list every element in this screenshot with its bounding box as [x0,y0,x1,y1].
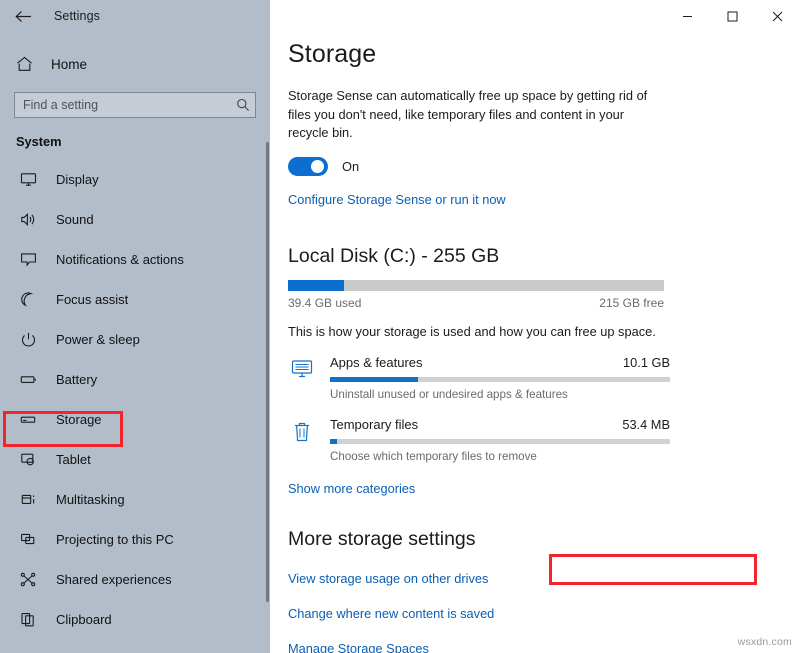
storage-category-apps[interactable]: Apps & features 10.1 GB Uninstall unused… [288,355,800,401]
storage-sense-toggle-row: On [288,157,800,176]
local-disk-usage-bar [288,280,664,291]
app-title: Settings [54,9,100,23]
shared-experiences-icon [18,572,38,587]
toggle-knob [311,160,324,173]
search-input[interactable] [15,93,231,117]
moon-icon [18,292,38,307]
main-content: Storage Storage Sense can automatically … [270,0,800,653]
storage-category-body: Temporary files 53.4 MB Choose which tem… [330,417,670,463]
sidebar-item-projecting[interactable]: Projecting to this PC [0,519,270,559]
sidebar-item-power-sleep[interactable]: Power & sleep [0,319,270,359]
speaker-icon [18,212,38,227]
local-disk-note: This is how your storage is used and how… [288,324,800,339]
local-disk-title: Local Disk (C:) - 255 GB [288,245,800,268]
sidebar-item-battery[interactable]: Battery [0,359,270,399]
category-subtitle: Uninstall unused or undesired apps & fea… [330,388,670,401]
home-icon [16,56,33,72]
storage-sense-description: Storage Sense can automatically free up … [288,87,658,143]
sidebar-item-sound[interactable]: Sound [0,199,270,239]
page-title: Storage [288,40,800,69]
view-storage-usage-link[interactable]: View storage usage on other drives [288,571,800,586]
search-box[interactable] [14,92,256,118]
sidebar-item-label: Multitasking [56,492,125,507]
notification-icon [18,252,38,267]
sidebar-item-display[interactable]: Display [0,159,270,199]
category-usage-bar [330,439,670,444]
projecting-icon [18,532,38,547]
sidebar-item-label-home: Home [51,57,87,72]
storage-category-body: Apps & features 10.1 GB Uninstall unused… [330,355,670,401]
sidebar-section-title: System [0,118,270,153]
category-usage-fill [330,439,337,444]
sidebar-scrollbar[interactable] [266,142,269,602]
multitasking-icon [18,492,38,507]
storage-drive-icon [18,412,38,427]
sidebar-item-shared-experiences[interactable]: Shared experiences [0,559,270,599]
category-name: Temporary files [330,417,418,432]
watermark: wsxdn.com [738,636,792,648]
search-container [0,84,270,118]
tablet-icon [18,452,38,467]
sidebar-item-label: Display [56,172,99,187]
sidebar-nav-list: Display Sound Notifica [0,159,270,639]
sidebar-item-label: Power & sleep [56,332,140,347]
close-button[interactable] [755,0,800,32]
category-subtitle: Choose which temporary files to remove [330,450,670,463]
category-usage-fill [330,377,418,382]
category-size: 10.1 GB [623,355,670,370]
back-arrow-icon[interactable] [12,5,34,27]
local-disk-usage-fill [288,280,344,291]
more-storage-settings-title: More storage settings [288,528,800,551]
category-header: Temporary files 53.4 MB [330,417,670,432]
sidebar-item-label: Clipboard [56,612,112,627]
apps-features-icon [288,355,316,383]
category-name: Apps & features [330,355,423,370]
sidebar-item-tablet[interactable]: Tablet [0,439,270,479]
trash-icon [288,417,316,445]
search-icon[interactable] [231,93,255,117]
sidebar-item-label: Battery [56,372,97,387]
sidebar-item-label: Projecting to this PC [56,532,174,547]
sidebar-item-clipboard[interactable]: Clipboard [0,599,270,639]
category-size: 53.4 MB [622,417,670,432]
settings-window: Settings Home System [0,0,800,653]
sidebar-item-label: Storage [56,412,102,427]
sidebar-item-multitasking[interactable]: Multitasking [0,479,270,519]
monitor-icon [18,172,38,187]
sidebar-item-home[interactable]: Home [0,44,270,84]
title-bar: Settings [0,0,270,32]
manage-storage-spaces-link[interactable]: Manage Storage Spaces [288,641,800,653]
storage-sense-toggle-label: On [342,159,359,174]
sidebar-item-label: Tablet [56,452,91,467]
local-disk-legend: 39.4 GB used 215 GB free [288,296,664,310]
content-scroll-area: Storage Storage Sense can automatically … [270,0,800,653]
sidebar-item-label: Shared experiences [56,572,172,587]
storage-category-temp-files[interactable]: Temporary files 53.4 MB Choose which tem… [288,417,800,463]
sidebar-item-label: Sound [56,212,94,227]
storage-sense-toggle[interactable] [288,157,328,176]
sidebar: Settings Home System [0,0,270,653]
battery-icon [18,372,38,387]
disk-free-label: 215 GB free [599,296,664,310]
sidebar-item-focus-assist[interactable]: Focus assist [0,279,270,319]
show-more-categories-link[interactable]: Show more categories [288,481,415,496]
category-header: Apps & features 10.1 GB [330,355,670,370]
sidebar-item-storage[interactable]: Storage [0,399,270,439]
category-usage-bar [330,377,670,382]
maximize-button[interactable] [710,0,755,32]
disk-used-label: 39.4 GB used [288,296,361,310]
window-controls [665,0,800,32]
minimize-button[interactable] [665,0,710,32]
sidebar-item-label: Focus assist [56,292,128,307]
power-icon [18,332,38,347]
sidebar-item-notifications[interactable]: Notifications & actions [0,239,270,279]
clipboard-icon [18,612,38,627]
configure-storage-sense-link[interactable]: Configure Storage Sense or run it now [288,192,506,207]
change-where-new-content-saved-link[interactable]: Change where new content is saved [288,606,800,621]
sidebar-item-label: Notifications & actions [56,252,184,267]
more-storage-settings-links: View storage usage on other drives Chang… [288,571,800,653]
